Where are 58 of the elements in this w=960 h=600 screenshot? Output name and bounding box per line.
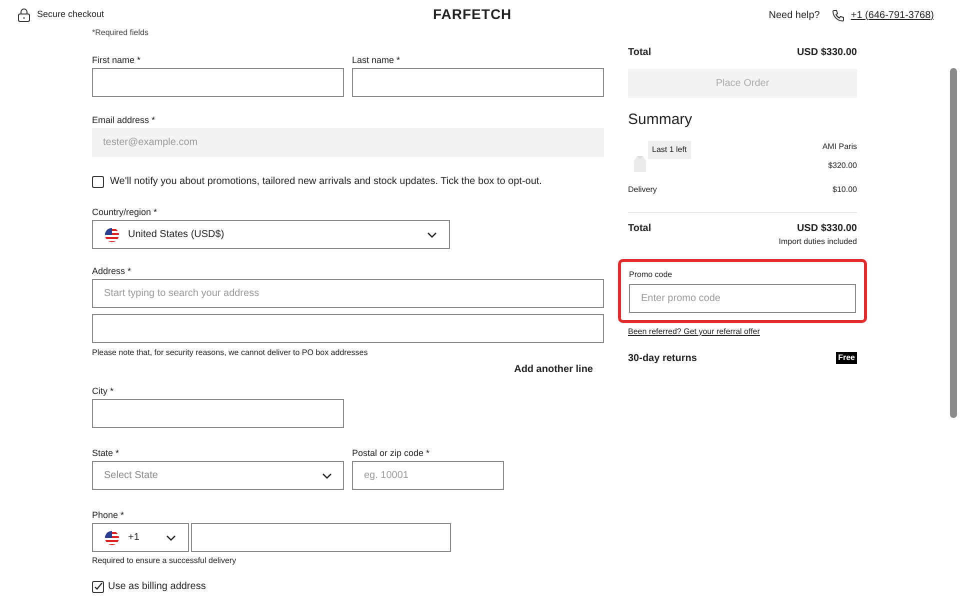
checkbox-label: Use as billing address [108, 580, 206, 594]
logo[interactable]: FARFETCH [433, 6, 512, 22]
checkbox[interactable] [92, 580, 104, 592]
state-select[interactable]: Select State [92, 461, 344, 490]
phone-icon [832, 8, 845, 22]
total-label: Total [628, 46, 652, 60]
field-label: State * [92, 447, 120, 460]
input-field[interactable] [92, 68, 344, 97]
checkbox[interactable] [92, 176, 104, 188]
input-field[interactable] [92, 399, 344, 428]
field-label: Last name * [352, 54, 402, 67]
field-label: Promo code [629, 268, 674, 280]
input-field[interactable] [191, 523, 451, 552]
helper-text: Required to ensure a successful delivery [92, 555, 238, 567]
select-value: United States (USD$) [128, 228, 226, 242]
total-value: USD $330.00 [796, 222, 857, 236]
duties-note: Import duties included [778, 236, 857, 248]
promo-code-field[interactable]: Enter promo code [629, 284, 856, 312]
free-badge: Free [836, 352, 857, 364]
field-label: First name * [92, 54, 142, 67]
field-label: Country/region * [92, 206, 158, 219]
country-code-select[interactable]: +1 [92, 523, 189, 552]
total-label: Total [628, 222, 652, 236]
flag-icon [105, 530, 119, 544]
checkbox-label: We'll notify you about promotions, tailored new arrivals and stock updates. Tick the box to opt-out. [110, 175, 542, 189]
input-field[interactable]: eg. 10001 [352, 461, 504, 490]
select-placeholder: Select State [104, 469, 159, 483]
add-line-link[interactable]: Add another line [514, 362, 593, 377]
scrollbar[interactable] [950, 68, 957, 418]
required-note: *Required fields [92, 27, 150, 39]
input-field[interactable] [92, 314, 604, 343]
secure-checkout-label: Secure checkout [37, 8, 104, 22]
stock-badge: Last 1 left [648, 140, 691, 158]
field-label: Postal or zip code * [352, 447, 431, 460]
field-label: City * [92, 385, 115, 398]
chevron-down-icon [166, 534, 176, 540]
delivery-label: Delivery [628, 184, 657, 196]
total-value: USD $330.00 [796, 46, 857, 60]
helper-text: Please note that, for security reasons, we cannot deliver to PO box addresses [92, 347, 369, 359]
select-value: +1 [128, 531, 140, 545]
item-price: $320.00 [828, 160, 857, 172]
referral-link[interactable]: Been referred? Get your referral offer [628, 326, 857, 338]
summary-title: Summary [628, 110, 694, 130]
country-select[interactable]: United States (USD$) [92, 220, 450, 249]
help-label: Need help? [768, 8, 820, 22]
phone-link[interactable]: +1 (646-791-3768) [850, 8, 934, 22]
lock-icon [18, 8, 30, 22]
field-label: Address * [92, 265, 132, 278]
chevron-down-icon [427, 232, 437, 238]
input-field[interactable]: Start typing to search your address [92, 279, 604, 308]
field-label: Phone * [92, 509, 126, 522]
chevron-down-icon [322, 472, 332, 478]
delivery-value: $10.00 [832, 184, 857, 196]
returns-label: 30-day returns [628, 352, 697, 366]
input-field[interactable] [352, 68, 604, 97]
field-label: Email address * [92, 114, 156, 127]
flag-icon [105, 228, 119, 242]
item-brand: AMI Paris [822, 140, 857, 152]
